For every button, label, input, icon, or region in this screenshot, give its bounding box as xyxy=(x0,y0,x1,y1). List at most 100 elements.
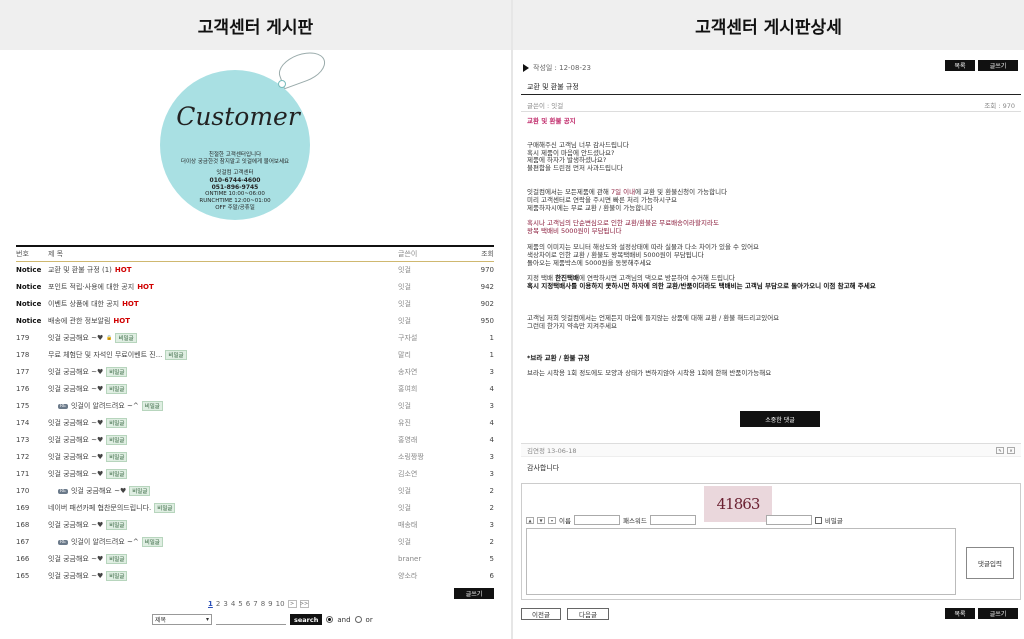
table-row[interactable]: 169 네이버 패션카페 협찬문의드립니다. 비밀글 잇걸 2 xyxy=(16,500,494,517)
notice-row[interactable]: Notice 이벤트 상품에 대한 공지 HOT 잇걸 902 xyxy=(16,296,494,313)
table-row[interactable]: 176 잇걸 궁금해요 ~♥ 비밀글 홍여희 4 xyxy=(16,381,494,398)
row-subject-text[interactable]: 잇걸 궁금해요 ~♥ xyxy=(48,469,103,479)
radio-and[interactable] xyxy=(326,616,334,623)
prev-post-button[interactable]: 이전글 xyxy=(521,608,561,620)
col-writer: 글쓴이 xyxy=(398,250,418,258)
last-page-icon[interactable]: >> xyxy=(299,600,309,608)
row-subject-text[interactable]: 잇걸 궁금해요 ~♥ xyxy=(48,520,103,530)
row-subject[interactable]: 잇걸 궁금해요 ~♥ 비밀글 xyxy=(48,520,398,530)
reply-button[interactable]: 소중한 댓글 xyxy=(740,411,820,427)
radio-or[interactable] xyxy=(354,616,362,623)
search-button[interactable]: search xyxy=(290,614,323,625)
row-subject[interactable]: 이벤트 상품에 대한 공지 HOT xyxy=(48,299,398,309)
row-subject-text[interactable]: 네이버 패션카페 협찬문의드립니다. xyxy=(48,503,151,513)
row-subject[interactable]: 교환 및 환불 규정 (1) HOT xyxy=(48,265,398,275)
row-subject-text[interactable]: 잇걸 궁금해요 ~♥ xyxy=(48,435,103,445)
table-row[interactable]: 178 무료 체험단 및 자석인 무료이벤트 진... 비밀글 말리 1 xyxy=(16,347,494,364)
row-subject-text[interactable]: 교환 및 환불 규정 (1) xyxy=(48,265,112,275)
table-row[interactable]: 167 RE 잇걸이 알려드려요 ~^ 비밀글 잇걸 2 xyxy=(16,534,494,551)
row-subject[interactable]: 잇걸 궁금해요 ~♥ 비밀글 xyxy=(48,571,398,581)
row-subject[interactable]: RE 잇걸 궁금해요 ~♥ 비밀글 xyxy=(48,486,398,496)
row-subject[interactable]: 네이버 패션카페 협찬문의드립니다. 비밀글 xyxy=(48,503,398,513)
write-button-top[interactable]: 글쓰기 xyxy=(978,60,1018,71)
row-subject[interactable]: RE 잇걸이 알려드려요 ~^ 비밀글 xyxy=(48,537,398,547)
row-subject[interactable]: 잇걸 궁금해요 ~♥ 비밀글 xyxy=(48,384,398,394)
row-subject-text[interactable]: 잇걸 궁금해요 ~♥ xyxy=(48,554,103,564)
row-subject-text[interactable]: 잇걸 궁금해요 ~♥ xyxy=(48,384,103,394)
row-subject[interactable]: 배송에 관한 정보알림 HOT xyxy=(48,316,398,326)
arrow-up-icon[interactable]: ▲ xyxy=(526,516,534,524)
row-subject[interactable]: 잇걸 궁금해요 ~♥ 비밀글 xyxy=(48,554,398,564)
table-row[interactable]: 173 잇걸 궁금해요 ~♥ 비밀글 홍영래 4 xyxy=(16,432,494,449)
notice-row[interactable]: Notice 배송에 관한 정보알림 HOT 잇걸 950 xyxy=(16,313,494,330)
next-post-button[interactable]: 다음글 xyxy=(567,608,609,620)
row-subject[interactable]: 잇걸 궁금해요 ~♥ 비밀글 xyxy=(48,367,398,377)
password-input[interactable] xyxy=(649,515,696,525)
table-row[interactable]: 179 잇걸 궁금해요 ~♥ 🔒 비밀글 구자설 1 xyxy=(16,330,494,347)
table-row[interactable]: 165 잇걸 궁금해요 ~♥ 비밀글 양소라 6 xyxy=(16,568,494,585)
row-subject[interactable]: RE 잇걸이 알려드려요 ~^ 비밀글 xyxy=(48,401,398,411)
table-row[interactable]: 177 잇걸 궁금해요 ~♥ 비밀글 송자연 3 xyxy=(16,364,494,381)
name-input[interactable] xyxy=(573,515,620,525)
row-subject[interactable]: 포인트 적립·사용에 대한 공지 HOT xyxy=(48,282,398,292)
write-button-bottom[interactable]: 글쓰기 xyxy=(978,608,1018,619)
row-subject[interactable]: 잇걸 궁금해요 ~♥ 비밀글 xyxy=(48,435,398,445)
list-button-bottom[interactable]: 목록 xyxy=(945,608,975,619)
page-link[interactable]: 9 xyxy=(268,600,272,608)
comment-submit-button[interactable]: 댓글입력 xyxy=(966,547,1014,579)
table-row[interactable]: 170 RE 잇걸 궁금해요 ~♥ 비밀글 잇걸 2 xyxy=(16,483,494,500)
row-subject[interactable]: 잇걸 궁금해요 ~♥ 비밀글 xyxy=(48,469,398,479)
secret-badge: 비밀글 xyxy=(141,537,163,547)
captcha-input[interactable] xyxy=(765,515,812,525)
page-link[interactable]: 3 xyxy=(223,600,227,608)
row-subject-text[interactable]: 잇걸 궁금해요 ~♥ xyxy=(48,367,103,377)
page-link[interactable]: 4 xyxy=(231,600,235,608)
table-row[interactable]: 171 잇걸 궁금해요 ~♥ 비밀글 김소연 3 xyxy=(16,466,494,483)
page-link[interactable]: 5 xyxy=(238,600,242,608)
page-link[interactable]: 7 xyxy=(253,600,257,608)
page-link[interactable]: 6 xyxy=(246,600,250,608)
row-subject[interactable]: 잇걸 궁금해요 ~♥ 비밀글 xyxy=(48,418,398,428)
comment-textarea[interactable] xyxy=(526,528,956,595)
page-link[interactable]: 1 xyxy=(208,600,213,608)
arrow-down-icon[interactable]: ▼ xyxy=(537,516,545,524)
page-link[interactable]: 8 xyxy=(261,600,265,608)
table-row[interactable]: 172 잇걸 궁금해요 ~♥ 비밀글 소링짱짱 3 xyxy=(16,449,494,466)
name-label: 이름 xyxy=(559,517,571,525)
row-subject[interactable]: 잇걸 궁금해요 ~♥ 🔒 비밀글 xyxy=(48,333,398,343)
row-subject-text[interactable]: 배송에 관한 정보알림 xyxy=(48,316,110,326)
row-subject-text[interactable]: 포인트 적립·사용에 대한 공지 xyxy=(48,282,134,292)
write-button[interactable]: 글쓰기 xyxy=(454,588,494,599)
row-no: 175 xyxy=(16,402,30,410)
content-line: 그런데 한가지 약속만 지켜주세요 xyxy=(527,321,617,330)
list-button-top[interactable]: 목록 xyxy=(945,60,975,71)
row-subject-text[interactable]: 잇걸 궁금해요 ~♥ xyxy=(71,486,126,496)
row-no: 171 xyxy=(16,470,30,478)
table-row[interactable]: 166 잇걸 궁금해요 ~♥ 비밀글 braner 5 xyxy=(16,551,494,568)
row-subject-text[interactable]: 잇걸 궁금해요 ~♥ xyxy=(48,333,103,343)
page-link[interactable]: 10 xyxy=(276,600,285,608)
notice-row[interactable]: Notice 교환 및 환불 규정 (1) HOT 잇걸 970 xyxy=(16,262,494,279)
table-row[interactable]: 175 RE 잇걸이 알려드려요 ~^ 비밀글 잇걸 3 xyxy=(16,398,494,415)
row-subject-text[interactable]: 잇걸이 알려드려요 ~^ xyxy=(71,537,139,547)
row-subject-text[interactable]: 이벤트 상품에 대한 공지 xyxy=(48,299,119,309)
row-subject-text[interactable]: 잇걸 궁금해요 ~♥ xyxy=(48,452,103,462)
chevron-down-icon[interactable]: ▾ xyxy=(548,516,556,524)
row-subject-text[interactable]: 무료 체험단 및 자석인 무료이벤트 진... xyxy=(48,350,162,360)
row-views: 3 xyxy=(489,402,494,410)
search-field-select[interactable]: 제목 ▾ xyxy=(152,614,212,625)
row-subject[interactable]: 무료 체험단 및 자석인 무료이벤트 진... 비밀글 xyxy=(48,350,398,360)
row-subject-text[interactable]: 잇걸 궁금해요 ~♥ xyxy=(48,571,103,581)
page-link[interactable]: 2 xyxy=(216,600,220,608)
table-row[interactable]: 168 잇걸 궁금해요 ~♥ 비밀글 매송태 3 xyxy=(16,517,494,534)
notice-row[interactable]: Notice 포인트 적립·사용에 대한 공지 HOT 잇걸 942 xyxy=(16,279,494,296)
row-subject[interactable]: 잇걸 궁금해요 ~♥ 비밀글 xyxy=(48,452,398,462)
close-icon[interactable]: ✕ xyxy=(1007,446,1015,454)
table-row[interactable]: 174 잇걸 궁금해요 ~♥ 비밀글 유진 4 xyxy=(16,415,494,432)
edit-icon[interactable]: ✎ xyxy=(996,446,1004,454)
row-subject-text[interactable]: 잇걸 궁금해요 ~♥ xyxy=(48,418,103,428)
secret-checkbox[interactable] xyxy=(814,516,822,524)
search-input[interactable] xyxy=(216,614,286,625)
next-page-icon[interactable]: > xyxy=(287,600,297,608)
row-subject-text[interactable]: 잇걸이 알려드려요 ~^ xyxy=(71,401,139,411)
